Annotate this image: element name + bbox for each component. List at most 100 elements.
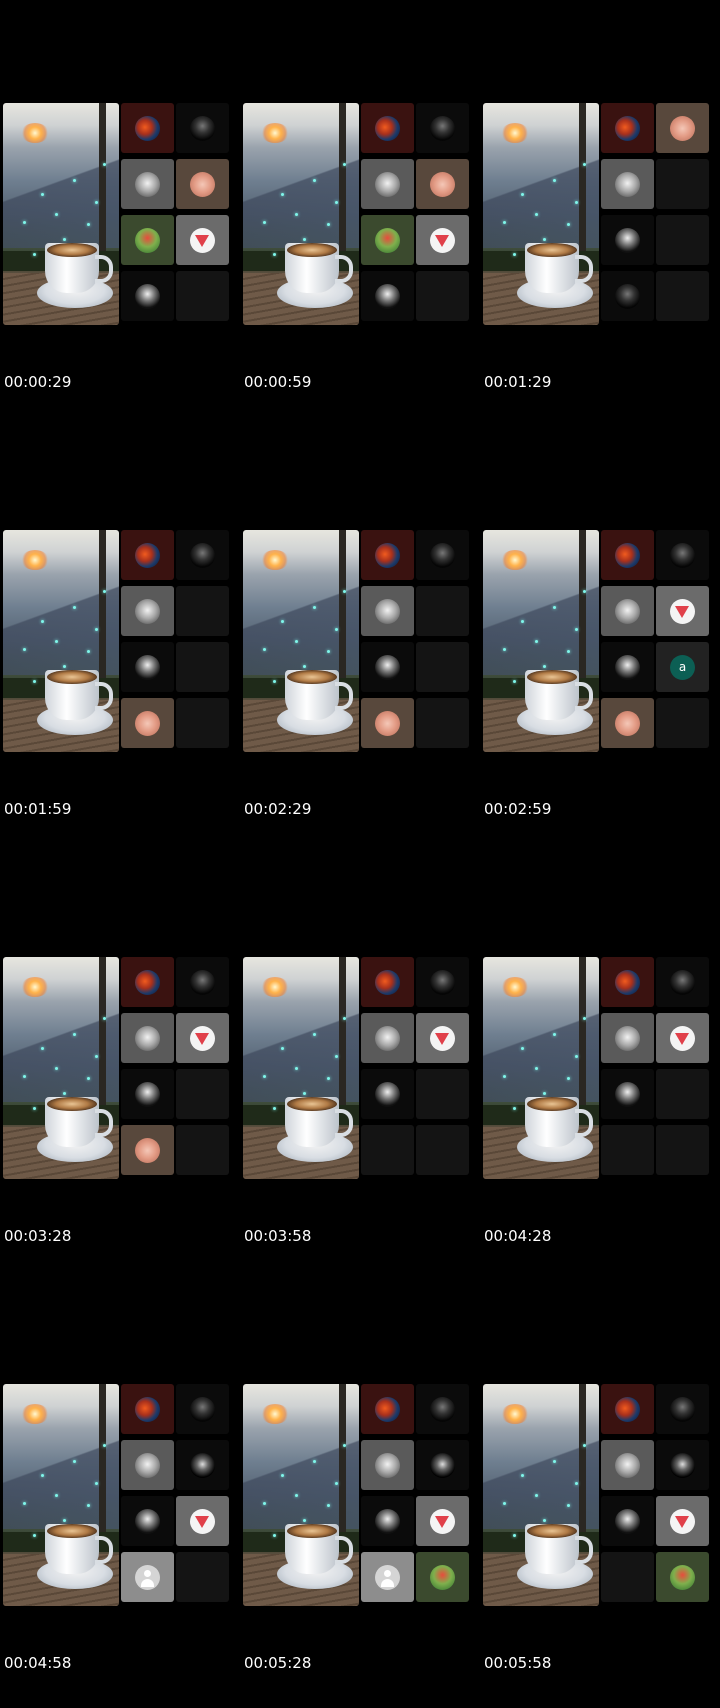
participant-tile[interactable]	[601, 1069, 654, 1119]
participant-tile[interactable]	[121, 271, 174, 321]
participant-tile[interactable]	[601, 159, 654, 209]
participant-tile[interactable]	[656, 271, 709, 321]
participant-tile[interactable]	[416, 159, 469, 209]
participant-tile[interactable]	[361, 586, 414, 636]
participant-tile[interactable]	[361, 1069, 414, 1119]
participant-tile[interactable]	[121, 530, 174, 580]
participant-tile[interactable]: a	[656, 642, 709, 692]
participant-tile[interactable]	[601, 530, 654, 580]
participant-tile[interactable]	[601, 698, 654, 748]
participant-tile[interactable]	[361, 1440, 414, 1490]
participant-tile[interactable]	[121, 1496, 174, 1546]
participant-tile[interactable]	[601, 1384, 654, 1434]
participant-tile[interactable]	[601, 1496, 654, 1546]
participant-tile[interactable]	[656, 586, 709, 636]
participant-tile[interactable]	[601, 1013, 654, 1063]
participant-tile[interactable]	[416, 530, 469, 580]
participant-tile[interactable]	[416, 698, 469, 748]
participant-tile[interactable]	[121, 215, 174, 265]
participant-tile[interactable]	[656, 103, 709, 153]
participant-tile[interactable]	[416, 1496, 469, 1546]
participant-tile[interactable]	[656, 1125, 709, 1175]
participant-tile[interactable]	[121, 698, 174, 748]
participant-tile[interactable]	[121, 1384, 174, 1434]
participant-tile[interactable]	[416, 1384, 469, 1434]
participant-tile[interactable]	[601, 103, 654, 153]
participant-tile[interactable]	[121, 103, 174, 153]
participant-tile[interactable]	[121, 159, 174, 209]
participant-tile[interactable]	[176, 1496, 229, 1546]
sparkle-dot	[343, 1017, 346, 1020]
participant-tile[interactable]	[416, 103, 469, 153]
participant-tile[interactable]	[361, 1384, 414, 1434]
participant-tile[interactable]	[176, 698, 229, 748]
participant-tile[interactable]	[121, 642, 174, 692]
participant-tile[interactable]	[361, 957, 414, 1007]
participant-tile[interactable]	[176, 530, 229, 580]
participant-tile[interactable]	[416, 271, 469, 321]
participant-tile[interactable]	[656, 159, 709, 209]
participant-tile[interactable]	[656, 1069, 709, 1119]
participant-tile[interactable]	[121, 1013, 174, 1063]
participant-tile[interactable]	[121, 957, 174, 1007]
participant-tile[interactable]	[601, 271, 654, 321]
participant-tile[interactable]	[656, 1440, 709, 1490]
participant-tile[interactable]	[121, 1125, 174, 1175]
participant-tile[interactable]	[601, 642, 654, 692]
participant-tile[interactable]	[176, 271, 229, 321]
participant-tile[interactable]	[361, 159, 414, 209]
participant-tile[interactable]	[176, 1384, 229, 1434]
participant-tile[interactable]	[656, 215, 709, 265]
participant-tile[interactable]	[601, 215, 654, 265]
participant-tile[interactable]	[416, 957, 469, 1007]
participant-tile[interactable]	[176, 1440, 229, 1490]
participant-tile[interactable]	[176, 1069, 229, 1119]
participant-tile[interactable]	[416, 642, 469, 692]
participant-tile[interactable]	[176, 1552, 229, 1602]
participant-tile[interactable]	[416, 1552, 469, 1602]
participant-tile[interactable]	[656, 1013, 709, 1063]
participant-tile[interactable]	[361, 1125, 414, 1175]
participant-tile[interactable]	[121, 586, 174, 636]
participant-tile[interactable]	[361, 642, 414, 692]
participant-tile[interactable]	[656, 698, 709, 748]
participant-tile[interactable]	[416, 1125, 469, 1175]
sparkle-dot	[503, 1502, 506, 1505]
participant-tile[interactable]	[176, 103, 229, 153]
participant-tile[interactable]	[361, 103, 414, 153]
participant-tile[interactable]	[416, 586, 469, 636]
participant-tile[interactable]	[601, 1125, 654, 1175]
avatar-oldman	[615, 1026, 640, 1051]
participant-tile[interactable]	[361, 215, 414, 265]
participant-tile[interactable]	[121, 1069, 174, 1119]
participant-tile[interactable]	[361, 698, 414, 748]
participant-tile[interactable]	[656, 1552, 709, 1602]
participant-tile[interactable]	[656, 530, 709, 580]
participant-tile[interactable]	[176, 159, 229, 209]
participant-tile[interactable]	[121, 1552, 174, 1602]
participant-tile[interactable]	[176, 1013, 229, 1063]
participant-tile[interactable]	[176, 957, 229, 1007]
participant-tile[interactable]	[176, 1125, 229, 1175]
participant-tile[interactable]	[121, 1440, 174, 1490]
participant-tile[interactable]	[601, 1440, 654, 1490]
participant-tile[interactable]	[416, 1013, 469, 1063]
participant-tile[interactable]	[361, 271, 414, 321]
participant-tile[interactable]	[416, 1069, 469, 1119]
participant-tile[interactable]	[656, 1384, 709, 1434]
participant-tile[interactable]	[361, 530, 414, 580]
participant-tile[interactable]	[601, 957, 654, 1007]
participant-tile[interactable]	[601, 586, 654, 636]
participant-tile[interactable]	[176, 586, 229, 636]
participant-tile[interactable]	[361, 1496, 414, 1546]
participant-grid	[121, 530, 236, 752]
participant-tile[interactable]	[656, 957, 709, 1007]
participant-tile[interactable]	[656, 1496, 709, 1546]
participant-tile[interactable]	[601, 1552, 654, 1602]
participant-tile[interactable]	[176, 215, 229, 265]
participant-tile[interactable]	[361, 1552, 414, 1602]
participant-tile[interactable]	[416, 1440, 469, 1490]
participant-tile[interactable]	[416, 215, 469, 265]
participant-tile[interactable]	[361, 1013, 414, 1063]
participant-tile[interactable]	[176, 642, 229, 692]
